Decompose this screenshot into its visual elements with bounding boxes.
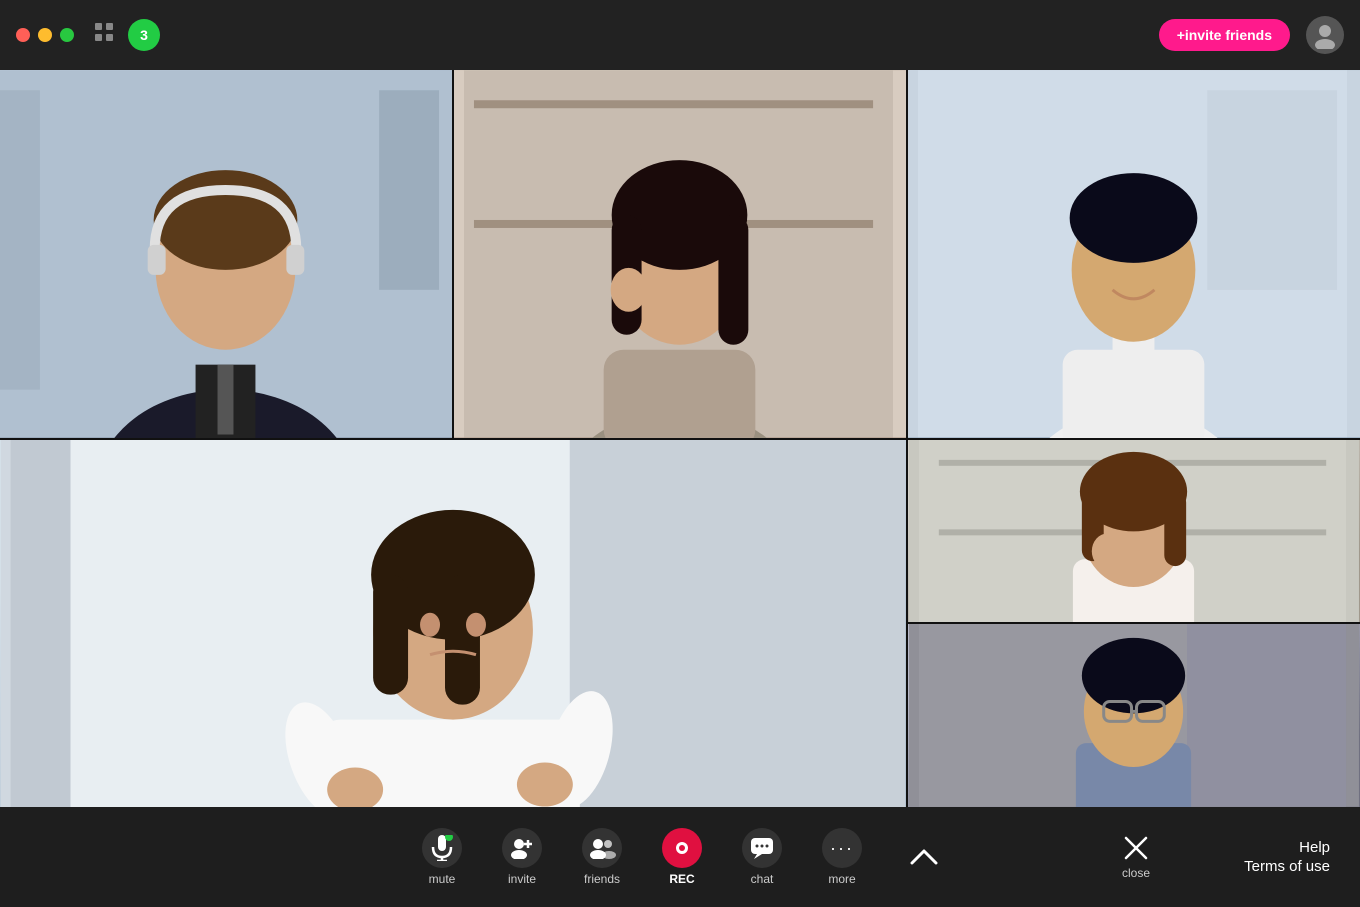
mute-icon: [422, 828, 462, 868]
video-tile-4-active-speaker: [0, 440, 906, 808]
notification-badge[interactable]: 3: [128, 19, 160, 51]
rec-button[interactable]: REC: [646, 820, 718, 894]
video-tile-2: [454, 70, 906, 438]
grid-icon: [94, 22, 114, 48]
toolbar-center: mute invite: [406, 820, 954, 894]
chat-button[interactable]: chat: [726, 820, 798, 894]
titlebar: 3 +invite friends: [0, 0, 1360, 70]
expand-button[interactable]: [894, 839, 954, 875]
rec-icon: [662, 828, 702, 868]
chat-label: chat: [751, 872, 774, 886]
close-button[interactable]: close: [1122, 834, 1150, 880]
invite-label: invite: [508, 872, 536, 886]
close-area: close: [1122, 834, 1150, 880]
chat-icon: [742, 828, 782, 868]
video-right-bottom-column: [908, 440, 1360, 808]
close-label: close: [1122, 866, 1150, 880]
toolbar: mute invite: [0, 807, 1360, 907]
mute-button[interactable]: mute: [406, 820, 478, 894]
video-tile-5: [908, 440, 1360, 623]
video-grid: [0, 70, 1360, 807]
invite-friends-button[interactable]: +invite friends: [1159, 19, 1290, 51]
invite-icon: [502, 828, 542, 868]
more-icon: ···: [822, 828, 862, 868]
friends-icon: [582, 828, 622, 868]
maximize-window-btn[interactable]: [60, 28, 74, 42]
video-tile-1: [0, 70, 452, 438]
close-window-btn[interactable]: [16, 28, 30, 42]
avatar[interactable]: [1306, 16, 1344, 54]
minimize-window-btn[interactable]: [38, 28, 52, 42]
video-tile-6: [908, 624, 1360, 807]
rec-label: REC: [669, 872, 694, 886]
terms-link[interactable]: Terms of use: [1244, 858, 1330, 875]
more-button[interactable]: ··· more: [806, 820, 878, 894]
help-terms-area: Help Terms of use: [1244, 839, 1330, 875]
friends-button[interactable]: friends: [566, 820, 638, 894]
video-tile-3: [908, 70, 1360, 438]
friends-label: friends: [584, 872, 620, 886]
mute-label: mute: [429, 872, 456, 886]
more-label: more: [828, 872, 855, 886]
window-controls: [16, 28, 74, 42]
help-link[interactable]: Help: [1299, 839, 1330, 856]
invite-button[interactable]: invite: [486, 820, 558, 894]
